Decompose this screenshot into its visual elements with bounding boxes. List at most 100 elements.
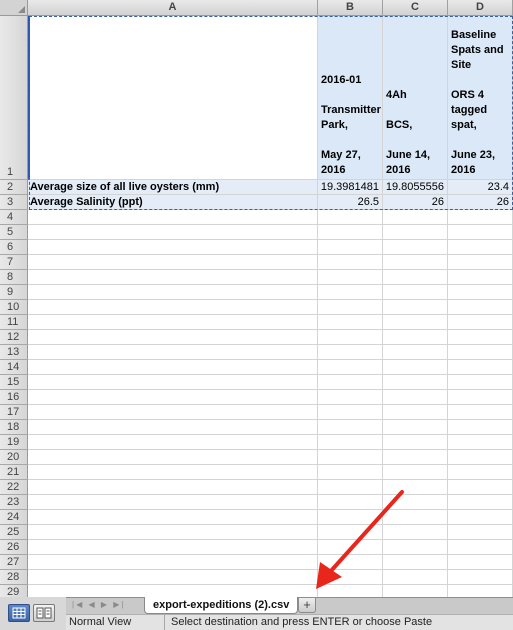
empty-cell[interactable] (318, 435, 383, 450)
empty-cell[interactable] (318, 255, 383, 270)
empty-cell[interactable] (448, 495, 513, 510)
row-header[interactable]: 25 (0, 525, 28, 540)
empty-cell[interactable] (318, 270, 383, 285)
empty-cell[interactable] (448, 240, 513, 255)
column-header-c[interactable]: C (383, 0, 448, 16)
empty-cell[interactable] (448, 360, 513, 375)
empty-cell[interactable] (448, 225, 513, 240)
row-header[interactable]: 28 (0, 570, 28, 585)
row-header[interactable]: 29 (0, 585, 28, 597)
empty-cell[interactable] (28, 330, 318, 345)
empty-cell[interactable] (448, 270, 513, 285)
empty-cell[interactable] (28, 495, 318, 510)
empty-cell[interactable] (318, 525, 383, 540)
row-header[interactable]: 7 (0, 255, 28, 270)
row-header[interactable]: 6 (0, 240, 28, 255)
empty-cell[interactable] (383, 315, 448, 330)
row-header[interactable]: 13 (0, 345, 28, 360)
empty-cell[interactable] (383, 525, 448, 540)
empty-cell[interactable] (383, 240, 448, 255)
row-header[interactable]: 9 (0, 285, 28, 300)
cell-d2[interactable]: 23.4 (448, 180, 513, 195)
empty-cell[interactable] (28, 480, 318, 495)
cell-b2[interactable]: 19.3981481 (318, 180, 383, 195)
empty-cell[interactable] (28, 375, 318, 390)
empty-cell[interactable] (28, 420, 318, 435)
empty-cell[interactable] (383, 375, 448, 390)
cell-c3[interactable]: 26 (383, 195, 448, 210)
cell-a3[interactable]: Average Salinity (ppt) (28, 195, 318, 210)
empty-cell[interactable] (318, 420, 383, 435)
empty-cell[interactable] (448, 375, 513, 390)
cell-c1[interactable]: 4Ah BCS, June 14, 2016 (383, 16, 448, 180)
empty-cell[interactable] (28, 390, 318, 405)
empty-cell[interactable] (318, 285, 383, 300)
row-header[interactable]: 10 (0, 300, 28, 315)
empty-cell[interactable] (383, 465, 448, 480)
empty-cell[interactable] (318, 375, 383, 390)
empty-cell[interactable] (318, 450, 383, 465)
row-header[interactable]: 22 (0, 480, 28, 495)
empty-cell[interactable] (448, 405, 513, 420)
empty-cell[interactable] (28, 360, 318, 375)
empty-cell[interactable] (383, 330, 448, 345)
empty-cell[interactable] (448, 570, 513, 585)
empty-cell[interactable] (28, 285, 318, 300)
empty-cell[interactable] (448, 555, 513, 570)
row-header[interactable]: 18 (0, 420, 28, 435)
page-layout-view-button[interactable] (33, 604, 55, 622)
empty-cell[interactable] (383, 450, 448, 465)
empty-cell[interactable] (318, 585, 383, 597)
empty-cell[interactable] (448, 255, 513, 270)
empty-cell[interactable] (28, 585, 318, 597)
empty-cell[interactable] (383, 285, 448, 300)
empty-cell[interactable] (383, 390, 448, 405)
cell-a1[interactable] (28, 16, 318, 180)
empty-cell[interactable] (383, 255, 448, 270)
empty-cell[interactable] (318, 210, 383, 225)
row-header[interactable]: 23 (0, 495, 28, 510)
empty-cell[interactable] (28, 450, 318, 465)
row-header[interactable]: 20 (0, 450, 28, 465)
empty-cell[interactable] (318, 555, 383, 570)
empty-cell[interactable] (28, 210, 318, 225)
empty-cell[interactable] (28, 435, 318, 450)
column-header-a[interactable]: A (28, 0, 318, 16)
row-header[interactable]: 16 (0, 390, 28, 405)
empty-cell[interactable] (448, 285, 513, 300)
empty-cell[interactable] (28, 345, 318, 360)
empty-cell[interactable] (448, 210, 513, 225)
empty-cell[interactable] (28, 405, 318, 420)
column-header-b[interactable]: B (318, 0, 383, 16)
row-header[interactable]: 19 (0, 435, 28, 450)
empty-cell[interactable] (318, 480, 383, 495)
empty-cell[interactable] (383, 510, 448, 525)
empty-cell[interactable] (318, 315, 383, 330)
empty-cell[interactable] (28, 555, 318, 570)
row-header[interactable]: 12 (0, 330, 28, 345)
empty-cell[interactable] (383, 300, 448, 315)
empty-cell[interactable] (28, 525, 318, 540)
empty-cell[interactable] (318, 570, 383, 585)
empty-cell[interactable] (28, 510, 318, 525)
empty-cell[interactable] (28, 540, 318, 555)
row-header[interactable]: 15 (0, 375, 28, 390)
empty-cell[interactable] (448, 510, 513, 525)
empty-cell[interactable] (448, 465, 513, 480)
row-header[interactable]: 24 (0, 510, 28, 525)
empty-cell[interactable] (318, 330, 383, 345)
empty-cell[interactable] (318, 360, 383, 375)
sheet-nav-arrows-icon[interactable]: |◀ ◀ ▶ ▶| (72, 600, 125, 609)
cell-b3[interactable]: 26.5 (318, 195, 383, 210)
row-header[interactable]: 11 (0, 315, 28, 330)
row-header[interactable]: 21 (0, 465, 28, 480)
empty-cell[interactable] (383, 480, 448, 495)
add-sheet-button[interactable]: + (298, 598, 316, 613)
empty-cell[interactable] (383, 495, 448, 510)
row-header[interactable]: 17 (0, 405, 28, 420)
empty-cell[interactable] (383, 270, 448, 285)
empty-cell[interactable] (318, 405, 383, 420)
empty-cell[interactable] (448, 330, 513, 345)
empty-cell[interactable] (28, 225, 318, 240)
empty-cell[interactable] (448, 345, 513, 360)
